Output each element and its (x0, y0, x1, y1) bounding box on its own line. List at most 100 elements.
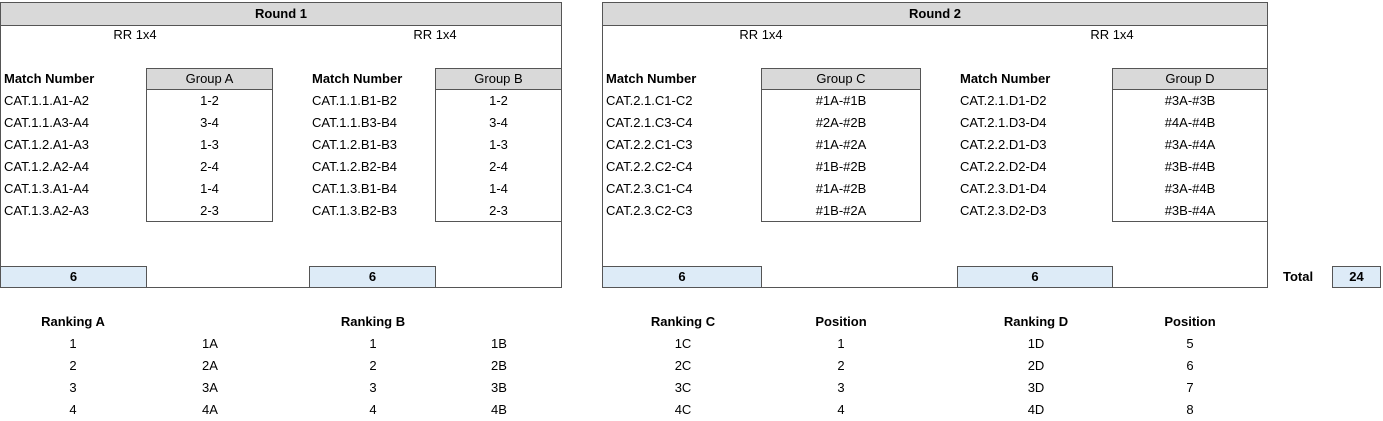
ranking-d-code-2: 2D (1027, 358, 1045, 373)
pair-c-1: #1A-#1B (815, 93, 867, 108)
match-d-2: CAT.2.1.D3-D4 (960, 115, 1047, 130)
ranking-a-code-3: 3A (202, 380, 218, 395)
pair-b-1: 1-2 (489, 93, 508, 108)
group-d-header: Group D (1112, 68, 1268, 90)
pair-c-2: #2A-#2B (815, 115, 867, 130)
match-c-5: CAT.2.3.C1-C4 (606, 181, 693, 196)
group-a-count: 6 (0, 266, 147, 288)
match-d-3: CAT.2.2.D1-D3 (960, 137, 1047, 152)
pair-a-2: 3-4 (200, 115, 219, 130)
ranking-a-rank-1: 1 (69, 336, 77, 351)
match-c-6: CAT.2.3.C2-C3 (606, 203, 693, 218)
match-a-1: CAT.1.1.A1-A2 (4, 93, 90, 108)
pair-b-3: 1-3 (489, 137, 508, 152)
ranking-d-position-3: 7 (1186, 380, 1194, 395)
match-b-4: CAT.1.2.B2-B4 (312, 159, 398, 174)
ranking-d-position-2: 6 (1186, 358, 1194, 373)
ranking-c-codes: 1C 2C 3C 4C (628, 333, 738, 421)
match-number-label-c: Match Number (606, 71, 697, 86)
ranking-a-rank-2: 2 (69, 358, 77, 373)
ranking-b-ranks: 1 2 3 4 (318, 333, 428, 421)
group-a-matches: CAT.1.1.A1-A2 CAT.1.1.A3-A4 CAT.1.2.A1-A… (4, 90, 144, 222)
ranking-d-label: Ranking D (1003, 314, 1069, 329)
ranking-c-code-2: 2C (674, 358, 692, 373)
ranking-b-code-1: 1B (491, 336, 507, 351)
round2-format-right: RR 1x4 (1090, 27, 1134, 42)
ranking-a-rank-4: 4 (69, 402, 77, 417)
group-d-matches: CAT.2.1.D1-D2 CAT.2.1.D3-D4 CAT.2.2.D1-D… (960, 90, 1110, 222)
ranking-c-position-2: 2 (837, 358, 845, 373)
group-a-header: Group A (146, 68, 273, 90)
round2-header: Round 2 (602, 2, 1268, 26)
pair-c-5: #1A-#2B (815, 181, 867, 196)
ranking-a-code-1: 1A (202, 336, 218, 351)
pair-a-6: 2-3 (200, 203, 219, 218)
match-b-2: CAT.1.1.B3-B4 (312, 115, 398, 130)
ranking-d-position-1: 5 (1186, 336, 1194, 351)
match-a-6: CAT.1.3.A2-A3 (4, 203, 90, 218)
ranking-d-position-4: 8 (1186, 402, 1194, 417)
group-a-pairs: 1-2 3-4 1-3 2-4 1-4 2-3 (146, 90, 273, 222)
ranking-c-code-1: 1C (674, 336, 692, 351)
ranking-d-position-label: Position (1164, 314, 1216, 329)
pair-d-3: #3A-#4A (1164, 137, 1216, 152)
total-label: Total (1283, 269, 1314, 284)
ranking-d-codes: 1D 2D 3D 4D (981, 333, 1091, 421)
match-number-label-d: Match Number (960, 71, 1051, 86)
ranking-a-rank-3: 3 (69, 380, 77, 395)
ranking-a-code-4: 4A (202, 402, 218, 417)
ranking-c-code-3: 3C (674, 380, 692, 395)
ranking-c-code-4: 4C (674, 402, 692, 417)
pair-b-4: 2-4 (489, 159, 508, 174)
match-number-label-a: Match Number (4, 71, 95, 86)
round1-format-right: RR 1x4 (413, 27, 457, 42)
ranking-b-code-2: 2B (491, 358, 507, 373)
group-b-count: 6 (309, 266, 436, 288)
pair-c-3: #1A-#2A (815, 137, 867, 152)
match-a-2: CAT.1.1.A3-A4 (4, 115, 90, 130)
pair-b-5: 1-4 (489, 181, 508, 196)
match-a-3: CAT.1.2.A1-A3 (4, 137, 90, 152)
pair-a-3: 1-3 (200, 137, 219, 152)
group-b-pairs: 1-2 3-4 1-3 2-4 1-4 2-3 (435, 90, 562, 222)
ranking-c-position-label: Position (815, 314, 867, 329)
round1-header: Round 1 (0, 2, 562, 26)
match-c-2: CAT.2.1.C3-C4 (606, 115, 693, 130)
match-c-4: CAT.2.2.C2-C4 (606, 159, 693, 174)
group-d-pairs: #3A-#3B #4A-#4B #3A-#4A #3B-#4B #3A-#4B … (1112, 90, 1268, 222)
match-a-5: CAT.1.3.A1-A4 (4, 181, 90, 196)
ranking-c-position-4: 4 (837, 402, 845, 417)
ranking-b-rank-1: 1 (369, 336, 377, 351)
ranking-a-label: Ranking A (41, 314, 105, 329)
ranking-b-rank-4: 4 (369, 402, 377, 417)
ranking-d-positions: 5 6 7 8 (1135, 333, 1245, 421)
match-b-3: CAT.1.2.B1-B3 (312, 137, 398, 152)
round2-format-left: RR 1x4 (739, 27, 783, 42)
ranking-c-positions: 1 2 3 4 (786, 333, 896, 421)
ranking-b-rank-3: 3 (369, 380, 377, 395)
pair-d-5: #3A-#4B (1164, 181, 1216, 196)
pair-c-4: #1B-#2B (815, 159, 867, 174)
pair-c-6: #1B-#2A (815, 203, 867, 218)
group-b-header: Group B (435, 68, 562, 90)
total-value: 24 (1332, 266, 1381, 288)
match-c-1: CAT.2.1.C1-C2 (606, 93, 693, 108)
ranking-c-position-3: 3 (837, 380, 845, 395)
match-b-1: CAT.1.1.B1-B2 (312, 93, 398, 108)
ranking-d-code-3: 3D (1027, 380, 1045, 395)
group-c-pairs: #1A-#1B #2A-#2B #1A-#2A #1B-#2B #1A-#2B … (761, 90, 921, 222)
round1-format-left: RR 1x4 (113, 27, 157, 42)
match-d-1: CAT.2.1.D1-D2 (960, 93, 1047, 108)
group-d-count: 6 (957, 266, 1113, 288)
match-d-6: CAT.2.3.D2-D3 (960, 203, 1047, 218)
ranking-b-label: Ranking B (340, 314, 406, 329)
pair-b-6: 2-3 (489, 203, 508, 218)
rankings-section: Ranking A 1 2 3 4 1A 2A 3A 4A Ranking B … (0, 311, 1383, 420)
match-d-5: CAT.2.3.D1-D4 (960, 181, 1047, 196)
pair-d-2: #4A-#4B (1164, 115, 1216, 130)
ranking-b-code-3: 3B (491, 380, 507, 395)
ranking-b-code-4: 4B (491, 402, 507, 417)
group-b-matches: CAT.1.1.B1-B2 CAT.1.1.B3-B4 CAT.1.2.B1-B… (312, 90, 432, 222)
ranking-b-rank-2: 2 (369, 358, 377, 373)
ranking-d-code-4: 4D (1027, 402, 1045, 417)
